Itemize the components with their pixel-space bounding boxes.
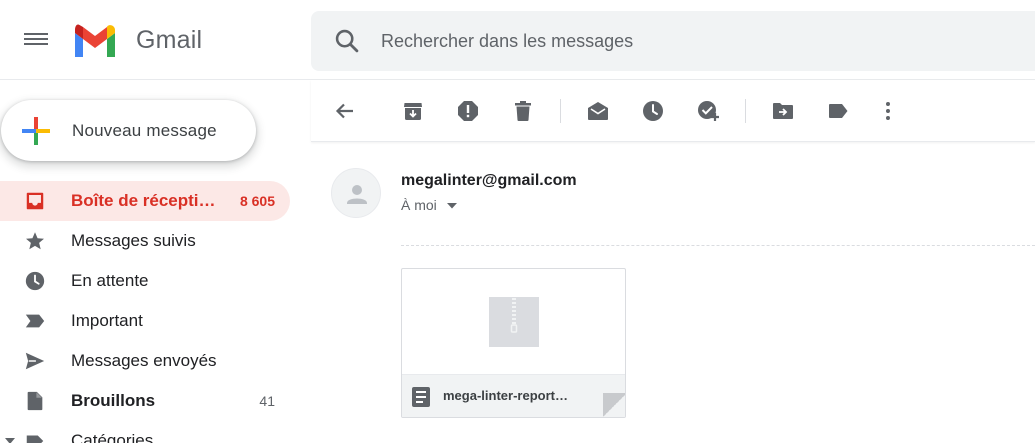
attachment-card[interactable]: mega-linter-report… [401, 268, 626, 418]
avatar[interactable] [331, 168, 381, 218]
back-icon[interactable] [333, 99, 357, 123]
more-icon[interactable] [876, 99, 900, 123]
sidebar-item-important[interactable]: Important [0, 301, 290, 341]
toolbar-divider [745, 99, 746, 123]
sidebar-item-label: En attente [71, 271, 149, 290]
sidebar-item-label: Messages suivis [71, 231, 196, 250]
message-toolbar [311, 80, 1035, 142]
message-divider [401, 245, 1035, 246]
sidebar-item-categories[interactable]: Catégories [0, 421, 290, 443]
caret-down-icon[interactable] [5, 437, 15, 443]
sidebar-nav: Boîte de récepti… 8 605 Messages suivis … [0, 181, 300, 443]
search-icon[interactable] [333, 27, 361, 55]
recipient-dropdown[interactable]: À moi [401, 197, 457, 213]
send-icon [25, 352, 45, 370]
sidebar-item-sent[interactable]: Messages envoyés [0, 341, 290, 381]
compose-label: Nouveau message [72, 121, 217, 140]
sidebar-item-label: Catégories [71, 431, 154, 443]
compose-button[interactable]: Nouveau message [1, 100, 256, 161]
caret-down-icon [446, 203, 457, 209]
sender-address[interactable]: megalinter@gmail.com [401, 172, 577, 190]
sidebar-item-snoozed[interactable]: En attente [0, 261, 290, 301]
gmail-logo-text: Gmail [136, 26, 203, 54]
recipient-label: À moi [401, 197, 437, 213]
mark-unread-icon[interactable] [586, 99, 610, 123]
sidebar-item-label: Boîte de récepti… [71, 191, 216, 210]
document-icon [412, 387, 430, 407]
report-spam-icon[interactable] [456, 99, 480, 123]
archive-icon[interactable] [401, 99, 425, 123]
search-bar[interactable] [311, 11, 1035, 71]
top-header: Gmail [0, 0, 1035, 80]
main-menu-button[interactable] [24, 30, 48, 50]
search-input[interactable] [381, 23, 981, 59]
sidebar-item-label: Messages envoyés [71, 351, 217, 370]
inbox-icon [26, 192, 44, 210]
gmail-logo-icon[interactable] [72, 22, 118, 58]
move-to-icon[interactable] [771, 99, 795, 123]
add-task-icon[interactable] [696, 99, 720, 123]
page-fold [603, 393, 625, 417]
delete-icon[interactable] [511, 99, 535, 123]
unread-count: 8 605 [239, 193, 275, 209]
star-icon [26, 232, 44, 250]
sidebar-item-label: Important [71, 311, 143, 330]
plus-icon [22, 117, 50, 145]
labels-icon[interactable] [826, 99, 850, 123]
label-icon [26, 435, 44, 443]
sidebar-item-inbox[interactable]: Boîte de récepti… 8 605 [0, 181, 290, 221]
sidebar-item-label: Brouillons [71, 391, 156, 410]
draft-icon [27, 391, 43, 411]
toolbar-divider [560, 99, 561, 123]
important-icon [25, 314, 45, 328]
drafts-count: 41 [259, 393, 275, 409]
zip-file-icon [489, 297, 539, 347]
clock-icon [25, 271, 45, 291]
attachment-name: mega-linter-report… [443, 388, 568, 403]
snooze-icon[interactable] [641, 99, 665, 123]
person-icon [347, 185, 367, 204]
sidebar-item-starred[interactable]: Messages suivis [0, 221, 290, 261]
sidebar-item-drafts[interactable]: Brouillons 41 [0, 381, 290, 421]
attachment-footer: mega-linter-report… [402, 374, 625, 417]
